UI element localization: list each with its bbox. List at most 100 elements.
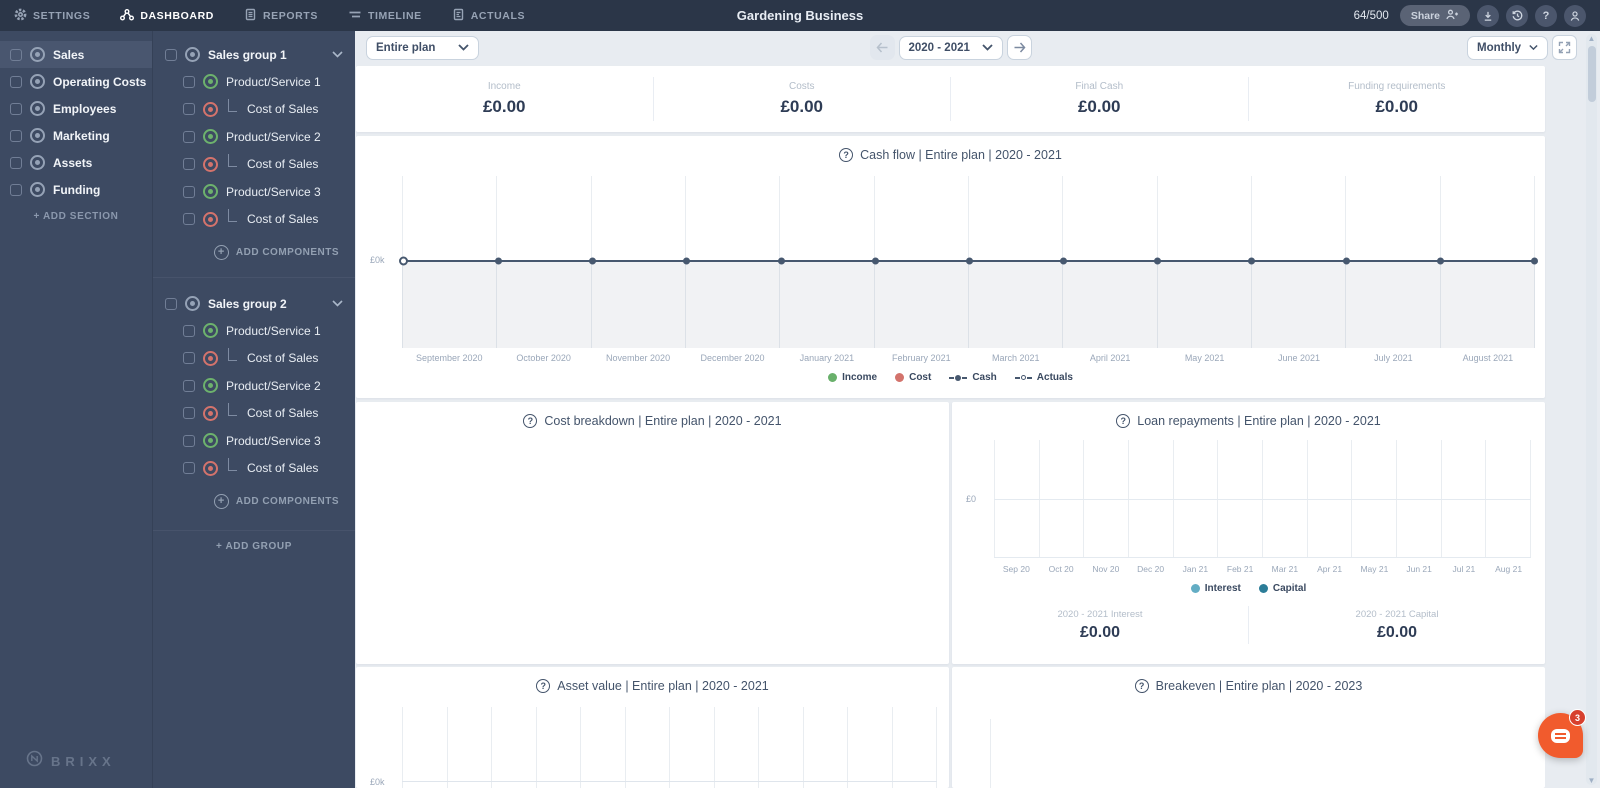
section-icon [30,47,45,62]
checkbox[interactable] [183,434,195,447]
component-row[interactable]: Product/Service 2 [153,372,355,400]
checkbox[interactable] [10,75,22,88]
tree-connector [228,98,237,112]
share-button[interactable]: Share [1399,5,1470,26]
nav-label: TIMELINE [367,9,422,22]
scroll-up-chevron-icon[interactable]: ▲ [1588,34,1596,43]
product-icon [203,378,218,394]
checkbox[interactable] [183,462,195,475]
checkbox[interactable] [183,158,195,171]
period-select[interactable]: 2020 - 2021 [898,35,1003,60]
add-components-button[interactable]: + ADD COMPONENTS [153,488,355,514]
chart-title-text: Breakeven | Entire plan | 2020 - 2023 [1155,679,1363,693]
sidebar-item-operating-costs[interactable]: Operating Costs [0,68,152,95]
group-header[interactable]: Sales group 2 [153,290,355,317]
help-circle-icon[interactable]: ? [523,414,538,428]
frequency-select[interactable]: Monthly [1467,35,1548,60]
chat-bubble-icon [1551,728,1570,743]
asset-value-panel: ? Asset value | Entire plan | 2020 - 202… [356,667,949,788]
nav-reports[interactable]: REPORTS [244,8,318,24]
previous-period-button[interactable] [869,35,895,60]
cashflow-panel: ? Cash flow | Entire plan | 2020 - 2021 … [356,136,1545,398]
chevron-down-icon [458,44,469,51]
tree-connector [228,153,237,167]
chat-widget-button[interactable]: 3 [1538,709,1586,758]
checkbox[interactable] [10,156,22,169]
kpi-costs: Costs £0.00 [654,81,951,117]
tree-connector [228,347,237,361]
sidebar-item-marketing[interactable]: Marketing [0,122,152,149]
component-row[interactable]: Cost of Sales [153,455,355,483]
app-window: SETTINGS DASHBOARD REPORTS TIMELINE ACTU… [0,0,1600,788]
account-button[interactable] [1564,4,1586,27]
checkbox[interactable] [183,352,195,365]
component-label: Cost of Sales [247,102,319,117]
checkbox[interactable] [10,48,22,61]
sidebar-item-label: Operating Costs [53,74,147,89]
nav-timeline[interactable]: TIMELINE [348,8,422,24]
checkbox[interactable] [165,48,177,61]
sidebar-item-funding[interactable]: Funding [0,176,152,203]
component-row[interactable]: Cost of Sales [153,345,355,373]
history-button[interactable] [1506,4,1528,27]
component-row[interactable]: Product/Service 3 [153,427,355,455]
checkbox[interactable] [183,407,195,420]
checkbox[interactable] [183,75,195,88]
section-icon [30,155,45,170]
component-row[interactable]: Cost of Sales [153,400,355,428]
checkbox[interactable] [10,183,22,196]
checkbox[interactable] [10,102,22,115]
component-row[interactable]: Cost of Sales [153,151,355,179]
checkbox[interactable] [183,379,195,392]
help-circle-icon[interactable]: ? [1134,679,1149,693]
checkbox[interactable] [183,324,195,337]
download-button[interactable] [1477,4,1499,27]
nav-actuals[interactable]: ACTUALS [452,8,525,24]
chevron-down-icon [1529,44,1538,51]
component-row[interactable]: Product/Service 2 [153,123,355,151]
sidebar-item-sales[interactable]: Sales [0,41,152,68]
tree-connector [228,208,237,222]
nav-settings[interactable]: SETTINGS [14,8,90,24]
cashflow-x-axis: September 2020 October 2020 November 2020 D… [415,353,1514,363]
checkbox[interactable] [165,297,177,310]
help-circle-icon[interactable]: ? [536,679,551,693]
checkbox[interactable] [183,213,195,226]
sidebar-item-assets[interactable]: Assets [0,149,152,176]
sidebar-item-label: Sales [53,47,85,62]
help-circle-icon[interactable]: ? [1116,414,1131,428]
plus-circle-icon: + [213,493,229,509]
period-select-value: 2020 - 2021 [908,41,970,54]
fullscreen-button[interactable] [1552,35,1577,60]
checkbox[interactable] [183,130,195,143]
chevron-down-icon[interactable] [332,51,343,58]
component-row[interactable]: Product/Service 1 [153,68,355,96]
chart-title-text: Loan repayments | Entire plan | 2020 - 2… [1137,414,1381,428]
component-row[interactable]: Cost of Sales [153,96,355,124]
vertical-scrollbar[interactable]: ▲ ▼ [1586,34,1597,785]
plan-select[interactable]: Entire plan [366,35,479,60]
legend-cost: Cost [895,372,931,383]
checkbox[interactable] [183,103,195,116]
chevron-down-icon [981,44,993,51]
checkbox[interactable] [10,129,22,142]
component-row[interactable]: Product/Service 1 [153,317,355,345]
section-icon [30,128,45,143]
help-circle-icon[interactable]: ? [839,148,854,162]
sidebar-item-employees[interactable]: Employees [0,95,152,122]
group-header[interactable]: Sales group 1 [153,41,355,68]
add-section-button[interactable]: + ADD SECTION [0,211,152,222]
chevron-down-icon[interactable] [332,300,343,307]
component-row[interactable]: Cost of Sales [153,206,355,234]
scrollbar-thumb[interactable] [1587,46,1596,102]
add-components-button[interactable]: + ADD COMPONENTS [153,239,355,265]
nav-dashboard[interactable]: DASHBOARD [120,8,214,24]
add-group-button[interactable]: + ADD GROUP [153,530,355,562]
scroll-down-chevron-icon[interactable]: ▼ [1588,776,1596,785]
help-button[interactable]: ? [1535,4,1557,27]
next-period-button[interactable] [1006,35,1032,60]
section-icon [30,182,45,197]
component-row[interactable]: Product/Service 3 [153,178,355,206]
component-label: Product/Service 1 [226,74,321,89]
checkbox[interactable] [183,185,195,198]
